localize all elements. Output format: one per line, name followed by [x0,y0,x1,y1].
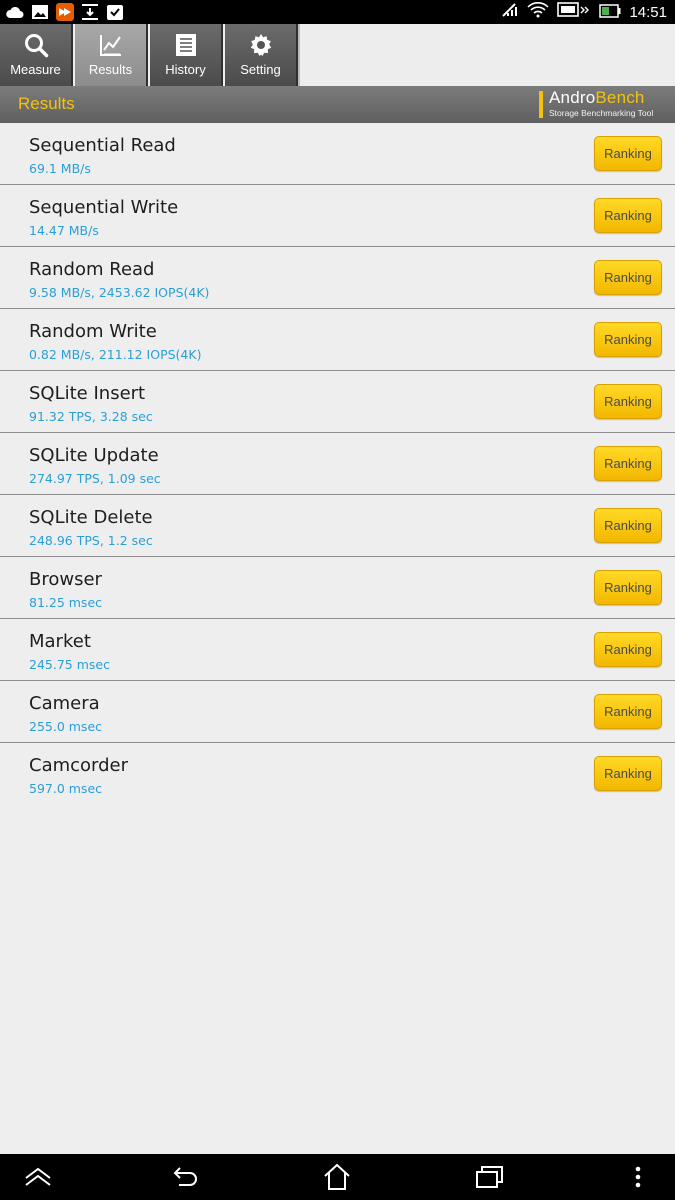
result-title: Sequential Read [29,135,176,156]
result-title: SQLite Update [29,445,159,466]
tab-divider [298,24,300,86]
ranking-button[interactable]: Ranking [594,384,662,419]
result-title: Random Write [29,321,157,342]
tab-results-label: Results [88,62,133,77]
result-value: 14.47 MB/s [29,223,99,238]
result-title: SQLite Insert [29,383,146,404]
result-row-market: Market 245.75 msec Ranking [0,619,675,681]
result-row-sequential-read: Sequential Read 69.1 MB/s Ranking [0,123,675,185]
result-value: 274.97 TPS, 1.09 sec [29,471,161,486]
result-row-browser: Browser 81.25 msec Ranking [0,557,675,619]
tab-measure-label: Measure [10,62,61,77]
tab-results[interactable]: Results [75,24,148,86]
ranking-button[interactable]: Ranking [594,632,662,667]
cloud-icon [6,3,24,21]
tab-setting-label: Setting [240,62,281,77]
home-button[interactable] [321,1162,353,1192]
tab-bar: Measure Results History Setting [0,24,675,86]
gallery-icon [31,3,49,21]
back-icon [173,1167,197,1186]
navigation-bar [0,1154,675,1200]
result-row-random-write: Random Write 0.82 MB/s, 211.12 IOPS(4K) … [0,309,675,371]
chart-icon [99,35,121,56]
result-row-sqlite-insert: SQLite Insert 91.32 TPS, 3.28 sec Rankin… [0,371,675,433]
recents-button[interactable] [473,1162,505,1192]
results-list: Sequential Read 69.1 MB/s Ranking Sequen… [0,123,675,805]
task-done-icon [106,3,124,21]
ranking-button[interactable]: Ranking [594,322,662,357]
clock: 14:51 [629,3,667,21]
result-title: Sequential Write [29,197,179,218]
screen-mirror-icon [557,2,591,22]
result-value: 245.75 msec [29,657,110,672]
ranking-button[interactable]: Ranking [594,136,662,171]
ranking-button[interactable]: Ranking [594,508,662,543]
search-icon [24,34,48,58]
result-row-camcorder: Camcorder 597.0 msec Ranking [0,743,675,805]
result-row-random-read: Random Read 9.58 MB/s, 2453.62 IOPS(4K) … [0,247,675,309]
result-title: Browser [29,569,102,590]
result-title: Market [29,631,91,652]
result-value: 0.82 MB/s, 211.12 IOPS(4K) [29,347,202,362]
logo-subtitle: Storage Benchmarking Tool [549,108,654,118]
ranking-button[interactable]: Ranking [594,756,662,791]
ranking-button[interactable]: Ranking [594,694,662,729]
ranking-button[interactable]: Ranking [594,260,662,295]
no-signal-icon [501,2,519,22]
result-title: Random Read [29,259,155,280]
result-value: 255.0 msec [29,719,103,734]
status-bar: 14:51 [0,0,675,24]
result-title: Camcorder [29,755,129,776]
result-value: 9.58 MB/s, 2453.62 IOPS(4K) [29,285,210,300]
result-value: 248.96 TPS, 1.2 sec [29,533,153,548]
ranking-button[interactable]: Ranking [594,570,662,605]
ranking-button[interactable]: Ranking [594,198,662,233]
result-title: SQLite Delete [29,507,153,528]
result-value: 91.32 TPS, 3.28 sec [29,409,153,424]
app-icon [56,3,74,21]
result-value: 69.1 MB/s [29,161,91,176]
logo-bar [539,91,543,118]
ranking-button[interactable]: Ranking [594,446,662,481]
download-icon [81,3,99,21]
result-title: Camera [29,693,100,714]
notification-icons [6,3,124,21]
tab-history[interactable]: History [150,24,223,86]
system-icons: 14:51 [501,0,667,24]
tab-setting[interactable]: Setting [225,24,298,86]
androbench-logo: AndroBench Storage Benchmarking Tool [539,88,665,120]
hide-nav-button[interactable] [22,1162,54,1192]
result-value: 81.25 msec [29,595,103,610]
results-header: Results AndroBench Storage Benchmarking … [0,86,675,123]
result-row-sequential-write: Sequential Write 14.47 MB/s Ranking [0,185,675,247]
home-icon [324,1163,350,1190]
battery-icon [599,3,621,22]
gear-icon [250,34,271,56]
menu-icon [635,1166,641,1188]
recents-icon [476,1166,503,1188]
list-icon [175,34,196,56]
hide-icon [25,1167,51,1186]
wifi-icon [527,2,550,22]
menu-button[interactable] [622,1162,654,1192]
page-title: Results [18,94,75,113]
result-row-sqlite-delete: SQLite Delete 248.96 TPS, 1.2 sec Rankin… [0,495,675,557]
result-value: 597.0 msec [29,781,103,796]
tab-history-label: History [165,62,206,77]
back-button[interactable] [170,1162,202,1192]
result-row-camera: Camera 255.0 msec Ranking [0,681,675,743]
result-row-sqlite-update: SQLite Update 274.97 TPS, 1.09 sec Ranki… [0,433,675,495]
tab-measure[interactable]: Measure [0,24,73,86]
logo-text: AndroBench [549,88,645,107]
